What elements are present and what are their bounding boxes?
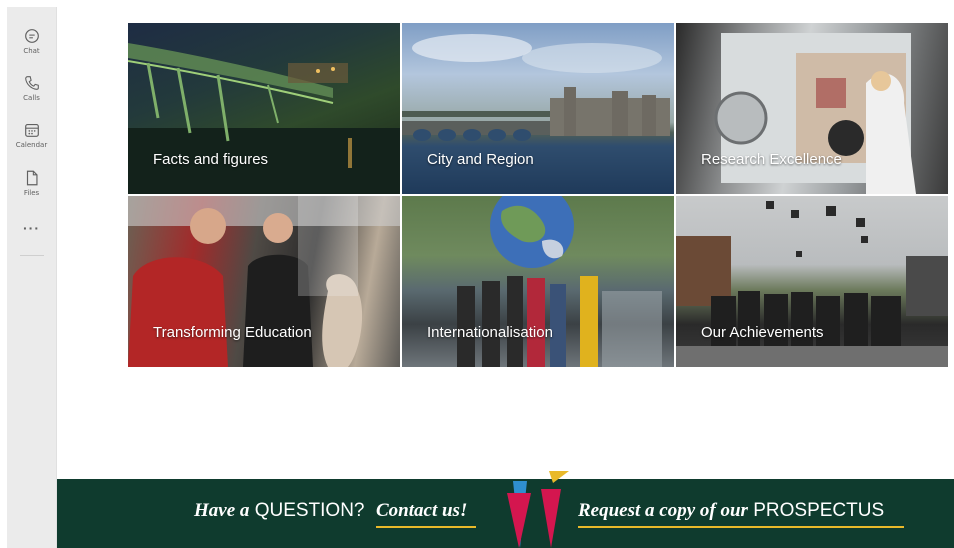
question-word: QUESTION? <box>254 500 365 521</box>
graduation-image <box>676 201 948 367</box>
tile-caption: Research Excellence <box>701 151 842 168</box>
prospectus-word: PROSPECTUS <box>753 500 885 521</box>
rail-divider <box>20 255 44 256</box>
tile-caption: City and Region <box>427 151 534 168</box>
rail-calls-label: Calls <box>23 94 40 102</box>
tile-internationalisation[interactable]: Internationalisation <box>402 196 674 367</box>
have-a-text: Have a <box>194 500 250 521</box>
rail-files-label: Files <box>23 189 40 197</box>
pennant-decoration <box>507 471 569 548</box>
app-rail: Chat Calls Calendar Files ··· <box>7 7 57 548</box>
request-prospectus-link[interactable]: Request a copy of our PROSPECTUS <box>578 500 884 522</box>
rail-chat[interactable]: Chat <box>7 27 56 55</box>
request-text: Request a copy of our <box>578 500 748 521</box>
file-icon <box>26 170 38 186</box>
contact-underline <box>376 526 476 528</box>
tile-transforming-education[interactable]: Transforming Education <box>128 196 400 367</box>
globe-image <box>457 196 662 367</box>
phone-icon <box>24 76 39 90</box>
more-apps-button[interactable]: ··· <box>7 220 56 236</box>
lab-image <box>714 33 916 194</box>
more-icon: ··· <box>23 220 40 236</box>
bridge-image <box>128 43 400 194</box>
question-text: Have a QUESTION? <box>194 500 365 522</box>
rail-files[interactable]: Files <box>7 169 56 197</box>
calendar-icon <box>24 124 39 137</box>
tile-caption: Transforming Education <box>153 324 312 341</box>
rail-calendar[interactable]: Calendar <box>7 121 56 149</box>
footer-banner: Have a QUESTION? Contact us! Request a c… <box>57 471 954 548</box>
tile-caption: Our Achievements <box>701 324 824 341</box>
prospectus-underline <box>578 526 904 528</box>
tile-facts-and-figures[interactable]: Facts and figures <box>128 23 400 194</box>
castle-image <box>402 34 670 141</box>
tile-caption: Facts and figures <box>153 151 269 168</box>
page: Chat Calls Calendar Files ··· Facts and … <box>0 0 954 548</box>
contact-us-link[interactable]: Contact us! <box>376 500 467 522</box>
chat-icon <box>24 29 39 43</box>
rail-calendar-label: Calendar <box>15 141 48 149</box>
tile-our-achievements[interactable]: Our Achievements <box>676 196 948 367</box>
tile-grid: Facts and figures City and Region Resear… <box>128 23 948 368</box>
rail-chat-label: Chat <box>23 47 40 55</box>
tile-caption: Internationalisation <box>427 324 553 341</box>
tile-research-excellence[interactable]: Research Excellence <box>676 23 948 194</box>
rail-calls[interactable]: Calls <box>7 74 56 102</box>
tile-city-and-region[interactable]: City and Region <box>402 23 674 194</box>
students-image <box>128 196 400 367</box>
